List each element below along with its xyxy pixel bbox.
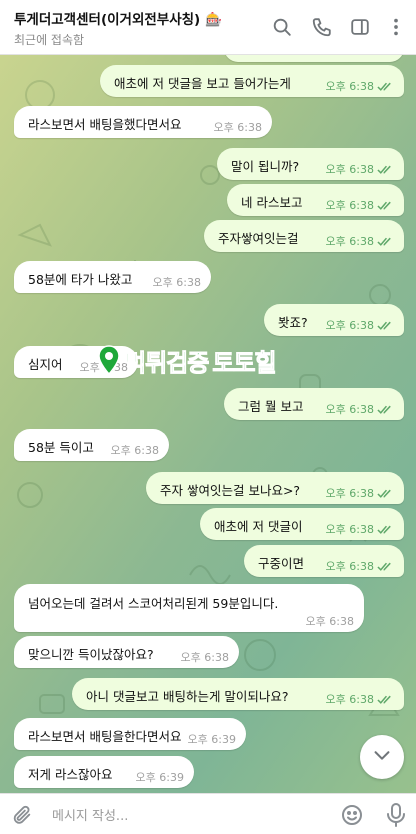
message-time: 오후 6:38 — [213, 121, 262, 134]
message-time: 오후 6:38 — [325, 693, 374, 706]
message-text: 라스보면서 배팅을했다면서요 — [28, 117, 182, 132]
microphone-icon[interactable] — [385, 802, 407, 828]
message-outgoing[interactable]: 애초에 저 댓글을 보고 들어가는게 오후 6:38 — [100, 65, 404, 97]
double-check-icon — [377, 524, 394, 535]
message-text: 58분에 타가 나왔고 — [28, 272, 133, 287]
message-time: 오후 6:38 — [180, 651, 229, 664]
message-text: 맞으니깐 득이났잖아요? — [28, 647, 154, 662]
chat-title[interactable]: 투게더고객센터(이거외전부사칭) 🎰 — [14, 8, 222, 28]
message-incoming[interactable]: 저게 라스잖아요 오후 6:39 — [14, 756, 194, 788]
message-text: 애초에 저 댓글을 보고 들어가는게 — [114, 76, 291, 91]
message-incoming[interactable]: 넘어오는데 걸려서 스코어처리된게 59분입니다. 오후 6:38 — [14, 584, 364, 632]
smiley-icon[interactable] — [340, 803, 364, 827]
double-check-icon — [377, 404, 394, 415]
message-text: 주자 쌓여잇는걸 보나요>? — [160, 483, 301, 498]
chevron-down-icon — [371, 744, 393, 770]
message-text: 아니 댓글보고 배팅하는게 말이되나요? — [86, 689, 289, 704]
message-incoming[interactable]: 라스보면서 배팅을한다면서요 오후 6:39 — [14, 718, 246, 750]
message-time: 오후 6:38 — [325, 560, 374, 573]
map-pin-icon — [98, 345, 120, 375]
message-outgoing[interactable]: 그럼 뭘 보고 오후 6:38 — [224, 388, 404, 420]
double-check-icon — [377, 236, 394, 247]
message-text: 주자쌓여잇는걸 — [218, 231, 299, 246]
slot-machine-icon: 🎰 — [204, 12, 222, 28]
message-outgoing[interactable]: 구중이면 오후 6:38 — [244, 545, 404, 577]
message-incoming[interactable]: 58분 득이고 오후 6:38 — [14, 429, 169, 461]
message-time: 오후 6:38 — [325, 403, 374, 416]
message-outgoing[interactable]: 말이 됩니까? 오후 6:38 — [217, 148, 404, 180]
message-text: 구중이면 — [258, 556, 305, 571]
message-time: 오후 6:38 — [325, 80, 374, 93]
message-text: 넘어오는데 걸려서 스코어처리된게 59분입니다. — [28, 596, 279, 611]
message-composer: 메시지 작성... — [0, 793, 416, 834]
double-check-icon — [377, 561, 394, 572]
double-check-icon — [377, 320, 394, 331]
message-time: 오후 6:38 — [110, 444, 159, 457]
message-time: 오후 6:38 — [325, 235, 374, 248]
message-incoming[interactable]: 맞으니깐 득이났잖아요? 오후 6:38 — [14, 636, 239, 668]
message-outgoing[interactable]: 네 라스보고 오후 6:38 — [227, 184, 404, 216]
message-time: 오후 6:39 — [187, 733, 236, 746]
chat-status: 최근에 접속함 — [14, 33, 85, 47]
message-incoming[interactable]: 58분에 타가 나왔고 오후 6:38 — [14, 261, 211, 293]
message-time: 오후 6:38 — [325, 319, 374, 332]
message-time: 오후 6:38 — [325, 487, 374, 500]
message-time: 오후 6:38 — [325, 523, 374, 536]
message-text: 심지어 — [28, 357, 63, 372]
message-outgoing[interactable]: 아니 댓글보고 배팅하는게 말이되나요? 오후 6:38 — [72, 678, 404, 710]
search-icon[interactable] — [271, 16, 293, 38]
message-outgoing[interactable]: 주자 쌓여잇는걸 보나요>? 오후 6:38 — [146, 472, 404, 504]
message-time: 오후 6:38 — [305, 615, 354, 628]
double-check-icon — [377, 164, 394, 175]
message-time: 오후 6:39 — [135, 771, 184, 784]
double-check-icon — [377, 694, 394, 705]
message-text: 봣죠? — [278, 315, 308, 330]
chat-header: 투게더고객센터(이거외전부사칭) 🎰 최근에 접속함 — [0, 0, 416, 55]
message-time: 오후 6:38 — [325, 199, 374, 212]
watermark: 먹튀검증 토토힐 — [98, 343, 277, 377]
message-text: 애초에 저 댓글이 — [214, 519, 303, 534]
message-text: 말이 됩니까? — [231, 159, 300, 174]
paperclip-icon[interactable] — [11, 804, 33, 826]
message-time: 오후 6:38 — [152, 276, 201, 289]
message-text: 라스보면서 배팅을한다면서요 — [28, 729, 182, 744]
scroll-down-button[interactable] — [360, 735, 404, 779]
message-outgoing[interactable]: 애초에 저 댓글이 오후 6:38 — [200, 508, 404, 540]
double-check-icon — [377, 81, 394, 92]
message-time: 오후 6:38 — [325, 163, 374, 176]
message-text: 58분 득이고 — [28, 440, 94, 455]
double-check-icon — [377, 488, 394, 499]
watermark-text-secondary: 토토힐 — [212, 348, 277, 377]
message-text: 네 라스보고 — [241, 195, 303, 210]
more-icon[interactable] — [385, 16, 407, 38]
message-input[interactable]: 메시지 작성... — [52, 805, 128, 824]
watermark-text-primary: 먹튀검증 — [123, 348, 209, 377]
sidebar-toggle-icon[interactable] — [349, 16, 371, 38]
message-text: 저게 라스잖아요 — [28, 767, 113, 782]
message-incoming[interactable]: 라스보면서 배팅을했다면서요 오후 6:38 — [14, 106, 272, 138]
message-outgoing[interactable]: 봣죠? 오후 6:38 — [264, 304, 404, 336]
double-check-icon — [377, 200, 394, 211]
message-text: 그럼 뭘 보고 — [238, 399, 304, 414]
phone-icon[interactable] — [311, 16, 333, 38]
message-outgoing[interactable]: 주자쌓여잇는걸 오후 6:38 — [204, 220, 404, 252]
